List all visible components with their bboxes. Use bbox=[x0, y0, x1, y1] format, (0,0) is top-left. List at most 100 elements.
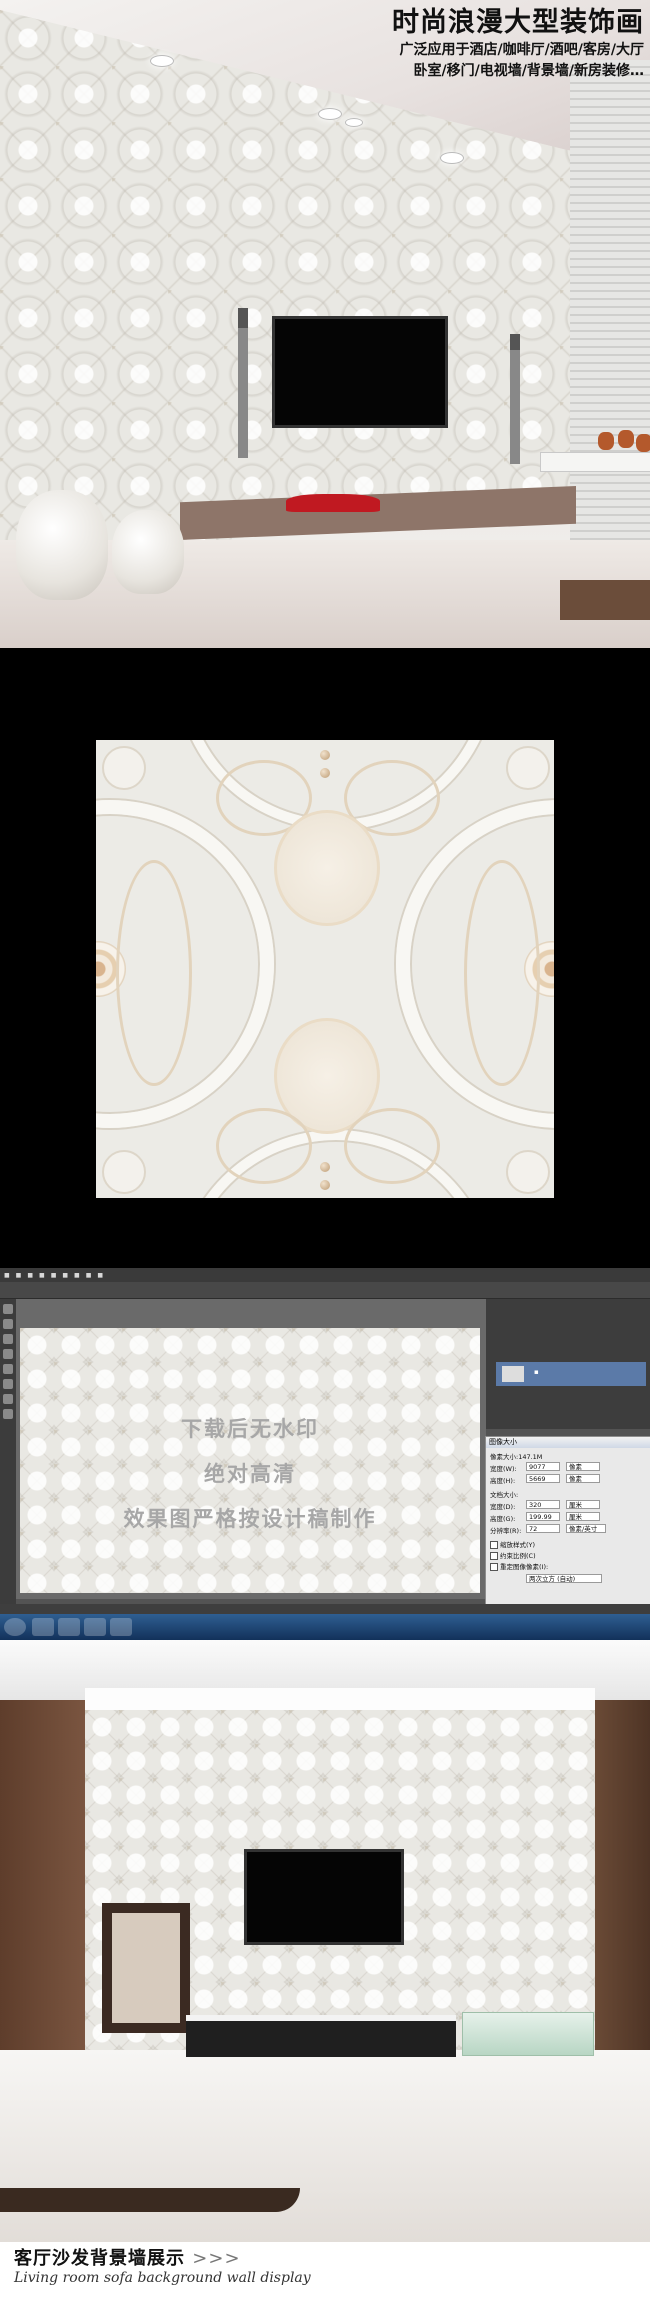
height-input[interactable]: 5669 bbox=[526, 1474, 560, 1483]
scroll-ornament bbox=[116, 860, 192, 1086]
tools-panel[interactable] bbox=[0, 1299, 16, 1604]
caption-cn-text: 客厅沙发背景墙展示 bbox=[14, 2248, 185, 2269]
text-tool-icon[interactable] bbox=[3, 1394, 13, 1404]
scroll-ornament bbox=[464, 860, 540, 1086]
doc-height-input[interactable]: 199.99 bbox=[526, 1512, 560, 1521]
marquee-tool-icon[interactable] bbox=[3, 1319, 13, 1329]
options-bar[interactable] bbox=[0, 1282, 650, 1299]
picture-frame bbox=[102, 1903, 190, 2033]
width-unit-select[interactable]: 像素 bbox=[566, 1462, 600, 1471]
status-bar bbox=[0, 1604, 650, 1614]
photoshop-window: ■ ■ ■ ■ ■ ■ ■ ■ ■ 下载后无水印 绝对高清 效果图严格按设计稿制作 ▪ 图像大小… bbox=[0, 1268, 650, 1640]
ceiling bbox=[0, 1640, 650, 1712]
orange-vase bbox=[636, 434, 650, 452]
downlight bbox=[318, 108, 342, 120]
stud bbox=[320, 750, 330, 760]
tv-stand bbox=[186, 2015, 456, 2057]
caption-arrows: >>> bbox=[192, 2248, 241, 2269]
menu-item[interactable]: ■ bbox=[86, 1272, 92, 1279]
corner-disc bbox=[506, 746, 550, 790]
doc-width-unit-select[interactable]: 厘米 bbox=[566, 1500, 600, 1509]
constrain-checkbox[interactable]: 约束比例(C) bbox=[490, 1550, 536, 1560]
lasso-tool-icon[interactable] bbox=[3, 1334, 13, 1344]
corner-disc bbox=[102, 746, 146, 790]
taskbar-app-icon[interactable] bbox=[110, 1618, 132, 1636]
windows-taskbar bbox=[0, 1614, 650, 1640]
zoom-tool-icon[interactable] bbox=[3, 1409, 13, 1419]
corner-disc bbox=[506, 1150, 550, 1194]
hero-title: 时尚浪漫大型装饰画 bbox=[392, 7, 644, 38]
picture bbox=[112, 1913, 180, 2023]
brush-tool-icon[interactable] bbox=[3, 1364, 13, 1374]
pebble-planter bbox=[462, 2012, 594, 2056]
downlight bbox=[150, 55, 174, 67]
stud bbox=[320, 1162, 330, 1172]
caption-bar: 客厅沙发背景墙展示 >>> Living room sofa backgroun… bbox=[0, 2242, 650, 2303]
resolution-unit-select[interactable]: 像素/英寸 bbox=[566, 1524, 606, 1533]
vase-small bbox=[112, 510, 184, 594]
orange-vase bbox=[618, 430, 634, 448]
downlight bbox=[440, 152, 464, 164]
pixel-size-label: 像素大小:147.1M bbox=[490, 1453, 543, 1461]
checkbox-box[interactable] bbox=[490, 1563, 498, 1571]
menu-item[interactable]: ■ bbox=[27, 1272, 33, 1279]
height-label: 高度(H): bbox=[490, 1477, 516, 1485]
layer-thumbnail bbox=[502, 1366, 524, 1382]
resample-checkbox[interactable]: 重定图像像素(I): bbox=[490, 1561, 548, 1571]
height-unit-select[interactable]: 像素 bbox=[566, 1474, 600, 1483]
width-label: 宽度(W): bbox=[490, 1465, 517, 1473]
watermark-line-1: 下载后无水印 bbox=[181, 1417, 319, 1441]
menu-item[interactable]: ■ bbox=[39, 1272, 45, 1279]
menu-bar[interactable]: ■ ■ ■ ■ ■ ■ ■ ■ ■ bbox=[0, 1268, 650, 1282]
tv-screen bbox=[244, 1849, 404, 1945]
hero-subtitle-1: 广泛应用于酒店/咖啡厅/酒吧/客房/大厅 bbox=[399, 42, 644, 58]
start-button-icon[interactable] bbox=[4, 1618, 26, 1636]
layer-name: ▪ bbox=[534, 1368, 539, 1376]
downlight bbox=[345, 118, 363, 127]
menu-item[interactable]: ■ bbox=[97, 1272, 103, 1279]
resample-method-select[interactable]: 两次立方 (自动) bbox=[526, 1574, 602, 1583]
width-input[interactable]: 9077 bbox=[526, 1462, 560, 1471]
stud bbox=[320, 1180, 330, 1190]
menu-item[interactable]: ■ bbox=[16, 1272, 22, 1279]
hero-subtitle-2: 卧室/移门/电视墙/背景墙/新房装修… bbox=[413, 63, 644, 79]
crop-tool-icon[interactable] bbox=[3, 1349, 13, 1359]
louver-wall bbox=[570, 60, 650, 580]
ceiling-lip bbox=[85, 1688, 595, 1712]
resolution-label: 分辨率(R): bbox=[490, 1527, 522, 1535]
checkbox-box[interactable] bbox=[490, 1552, 498, 1560]
hero-banner: 时尚浪漫大型装饰画 广泛应用于酒店/咖啡厅/酒吧/客房/大厅 卧室/移门/电视墙… bbox=[0, 0, 650, 648]
taskbar-app-icon[interactable] bbox=[58, 1618, 80, 1636]
menu-item[interactable]: ■ bbox=[62, 1272, 68, 1279]
stud bbox=[320, 768, 330, 778]
speaker bbox=[238, 308, 248, 458]
doc-size-label: 文档大小: bbox=[490, 1491, 519, 1499]
scale-styles-checkbox[interactable]: 缩放样式(Y) bbox=[490, 1539, 535, 1549]
checkbox-box[interactable] bbox=[490, 1541, 498, 1549]
pattern-tile bbox=[96, 740, 554, 1198]
scroll-ornament bbox=[216, 1108, 312, 1184]
dialog-title: 图像大小 bbox=[486, 1437, 650, 1448]
corner-disc bbox=[102, 1150, 146, 1194]
doc-height-unit-select[interactable]: 厘米 bbox=[566, 1512, 600, 1521]
taskbar-app-icon[interactable] bbox=[84, 1618, 106, 1636]
resolution-input[interactable]: 72 bbox=[526, 1524, 560, 1533]
menu-item[interactable]: ■ bbox=[74, 1272, 80, 1279]
menu-item[interactable]: ■ bbox=[4, 1272, 10, 1279]
caption-en: Living room sofa background wall display bbox=[14, 2270, 311, 2286]
red-cushion bbox=[286, 494, 380, 512]
checkbox-label: 缩放样式(Y) bbox=[500, 1541, 536, 1549]
caption-cn: 客厅沙发背景墙展示 >>> bbox=[14, 2244, 241, 2270]
eraser-tool-icon[interactable] bbox=[3, 1379, 13, 1389]
wood-panel-left bbox=[0, 1700, 85, 2100]
document-canvas[interactable]: 下载后无水印 绝对高清 效果图严格按设计稿制作 bbox=[20, 1328, 480, 1593]
scroll-ornament bbox=[344, 1108, 440, 1184]
taskbar-app-icon[interactable] bbox=[32, 1618, 54, 1636]
layer-row[interactable]: ▪ bbox=[496, 1362, 646, 1386]
checkbox-label: 约束比例(C) bbox=[500, 1552, 536, 1560]
move-tool-icon[interactable] bbox=[3, 1304, 13, 1314]
hero-title-block: 时尚浪漫大型装饰画 广泛应用于酒店/咖啡厅/酒吧/客房/大厅 卧室/移门/电视墙… bbox=[324, 6, 644, 82]
wood-panel-right bbox=[595, 1700, 650, 2100]
menu-item[interactable]: ■ bbox=[51, 1272, 57, 1279]
doc-width-input[interactable]: 320 bbox=[526, 1500, 560, 1509]
